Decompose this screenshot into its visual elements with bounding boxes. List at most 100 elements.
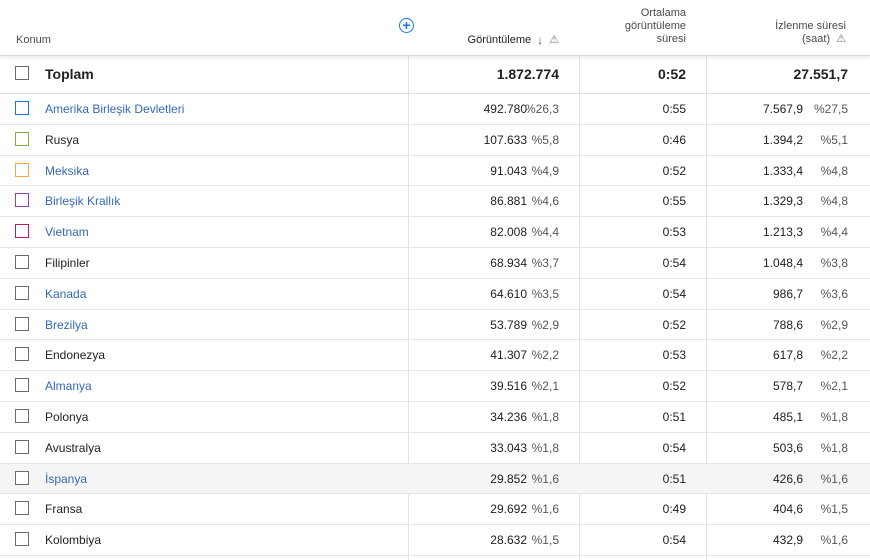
warning-icon[interactable]: ⚠	[836, 33, 846, 46]
watch-time-value: 1.329,3	[762, 194, 803, 209]
watch-label-line2: (saat)	[802, 33, 831, 45]
table-row[interactable]: Brezilya 53.789 %2,9 0:52 788,6 %2,9	[0, 310, 870, 341]
watch-time-value: 7.567,9	[762, 102, 803, 116]
row-checkbox[interactable]	[15, 162, 29, 177]
watch-time-value: 432,9	[772, 533, 803, 548]
watch-time-percent: %5,1	[820, 132, 848, 147]
watch-time-value: 503,6	[772, 440, 803, 455]
watch-time-percent: %2,2	[820, 348, 848, 363]
watch-time-value: 578,7	[772, 379, 803, 394]
views-value: 29.692	[490, 502, 527, 517]
country-name: Filipinler	[45, 255, 90, 270]
views-percent: %1,8	[531, 440, 559, 455]
table-row[interactable]: Kolombiya 28.632 %1,5 0:54 432,9 %1,6	[0, 525, 870, 556]
row-checkbox[interactable]	[15, 378, 29, 393]
views-value: 68.934	[490, 255, 527, 270]
country-name: Avustralya	[45, 440, 101, 455]
avg-label-line1: Ortalama	[640, 7, 686, 19]
avg-duration-value: 0:54	[662, 255, 686, 270]
country-name[interactable]: Kanada	[45, 287, 86, 301]
views-value: 91.043	[490, 163, 527, 178]
views-percent: %3,5	[531, 286, 559, 301]
country-name[interactable]: Almanya	[45, 379, 92, 393]
watch-time-percent: %4,8	[820, 163, 848, 178]
table-row[interactable]: Kanada 64.610 %3,5 0:54 986,7 %3,6	[0, 279, 870, 310]
country-name[interactable]: Vietnam	[45, 225, 89, 239]
views-percent: %1,6	[531, 502, 559, 517]
views-value: 41.307	[490, 348, 527, 363]
row-checkbox[interactable]	[15, 224, 29, 239]
views-value: 82.008	[490, 225, 527, 240]
row-checkbox[interactable]	[15, 470, 29, 485]
country-name[interactable]: Amerika Birleşik Devletleri	[45, 102, 184, 116]
table-row[interactable]: Rusya 107.633 %5,8 0:46 1.394,2 %5,1	[0, 125, 870, 156]
views-percent: %2,2	[531, 348, 559, 363]
country-name[interactable]: Brezilya	[45, 318, 88, 332]
row-checkbox[interactable]	[15, 101, 29, 115]
total-label: Toplam	[45, 66, 94, 82]
avg-duration-value: 0:46	[662, 132, 686, 147]
country-name[interactable]: Birleşik Krallık	[45, 194, 120, 208]
row-checkbox[interactable]	[15, 439, 29, 454]
country-name: Fransa	[45, 502, 83, 517]
row-checkbox[interactable]	[15, 532, 29, 547]
column-header-watch-time[interactable]: İzlenme süresi (saat) ⚠	[726, 20, 846, 46]
watch-time-value: 1.394,2	[762, 132, 803, 147]
column-header-avg-view-duration[interactable]: Ortalama görüntüleme süresi	[586, 7, 686, 46]
add-column-icon[interactable]: +	[399, 18, 414, 33]
country-name: Rusya	[45, 132, 80, 147]
country-name[interactable]: İspanya	[45, 472, 87, 486]
table-row[interactable]: Meksika 91.043 %4,9 0:52 1.333,4 %4,8	[0, 156, 870, 187]
watch-time-percent: %1,5	[820, 502, 848, 517]
avg-duration-value: 0:54	[662, 286, 686, 301]
views-percent: %3,7	[531, 255, 559, 270]
total-checkbox[interactable]	[15, 66, 29, 80]
table-row[interactable]: Avustralya 33.043 %1,8 0:54 503,6 %1,8	[0, 433, 870, 464]
row-checkbox[interactable]	[15, 193, 29, 208]
table-row[interactable]: İspanya 29.852 %1,6 0:51 426,6 %1,6	[0, 463, 870, 495]
views-percent: %1,6	[531, 471, 559, 486]
warning-icon[interactable]: ⚠	[549, 34, 559, 47]
views-value: 39.516	[490, 379, 527, 394]
table-row[interactable]: Fransa 29.692 %1,6 0:49 404,6 %1,5	[0, 494, 870, 526]
watch-time-percent: %1,8	[820, 440, 848, 455]
column-header-views[interactable]: Görüntüleme ↓ ⚠	[468, 34, 559, 47]
avg-label-line3: süresi	[656, 33, 686, 45]
column-header-location[interactable]: Konum	[16, 34, 51, 47]
table-row[interactable]: Arjantin27.669%1,50:53410,2%1,5	[0, 556, 870, 560]
row-checkbox[interactable]	[15, 347, 29, 362]
views-value: 33.043	[490, 440, 527, 455]
row-checkbox[interactable]	[15, 501, 29, 516]
geography-table: Konum + Görüntüleme ↓ ⚠ Ortalama görüntü…	[0, 0, 870, 560]
table-row[interactable]: Amerika Birleşik Devletleri 492.780 %26,3 0…	[0, 94, 870, 125]
table-row[interactable]: Filipinler 68.934 %3,7 0:54 1.048,4 %3,8	[0, 248, 870, 279]
watch-time-value: 1.048,4	[762, 255, 803, 270]
views-value: 492.780	[483, 102, 527, 116]
country-name[interactable]: Meksika	[45, 164, 89, 178]
row-checkbox[interactable]	[15, 254, 29, 269]
sort-down-arrow-icon[interactable]: ↓	[537, 34, 543, 47]
table-row[interactable]: Polonya 34.236 %1,8 0:51 485,1 %1,8	[0, 402, 870, 433]
table-row[interactable]: Endonezya 41.307 %2,2 0:53 617,8 %2,2	[0, 340, 870, 372]
table-row[interactable]: Almanya 39.516 %2,1 0:52 578,7 %2,1	[0, 371, 870, 402]
avg-duration-value: 0:51	[662, 409, 686, 424]
row-checkbox[interactable]	[15, 131, 29, 146]
views-percent: %26,3	[524, 102, 559, 116]
views-percent: %4,9	[531, 163, 559, 178]
watch-time-value: 426,6	[772, 471, 803, 486]
avg-duration-value: 0:51	[662, 471, 686, 486]
avg-duration-value: 0:55	[662, 102, 686, 116]
watch-time-value: 404,6	[772, 502, 803, 517]
views-value: 29.852	[490, 471, 527, 486]
row-checkbox[interactable]	[15, 285, 29, 300]
avg-duration-value: 0:53	[662, 348, 686, 363]
total-row: Toplam 1.872.774 0:52 27.551,7	[0, 56, 870, 94]
watch-label-line1: İzlenme süresi	[775, 20, 846, 32]
avg-duration-value: 0:49	[662, 502, 686, 517]
row-checkbox[interactable]	[15, 408, 29, 423]
table-row[interactable]: Vietnam 82.008 %4,4 0:53 1.213,3 %4,4	[0, 217, 870, 248]
watch-time-percent: %1,6	[820, 471, 848, 486]
row-checkbox[interactable]	[15, 316, 29, 331]
avg-label-line2: görüntüleme	[624, 20, 686, 32]
table-row[interactable]: Birleşik Krallık 86.881 %4,6 0:55 1.329,3 %4,…	[0, 186, 870, 218]
